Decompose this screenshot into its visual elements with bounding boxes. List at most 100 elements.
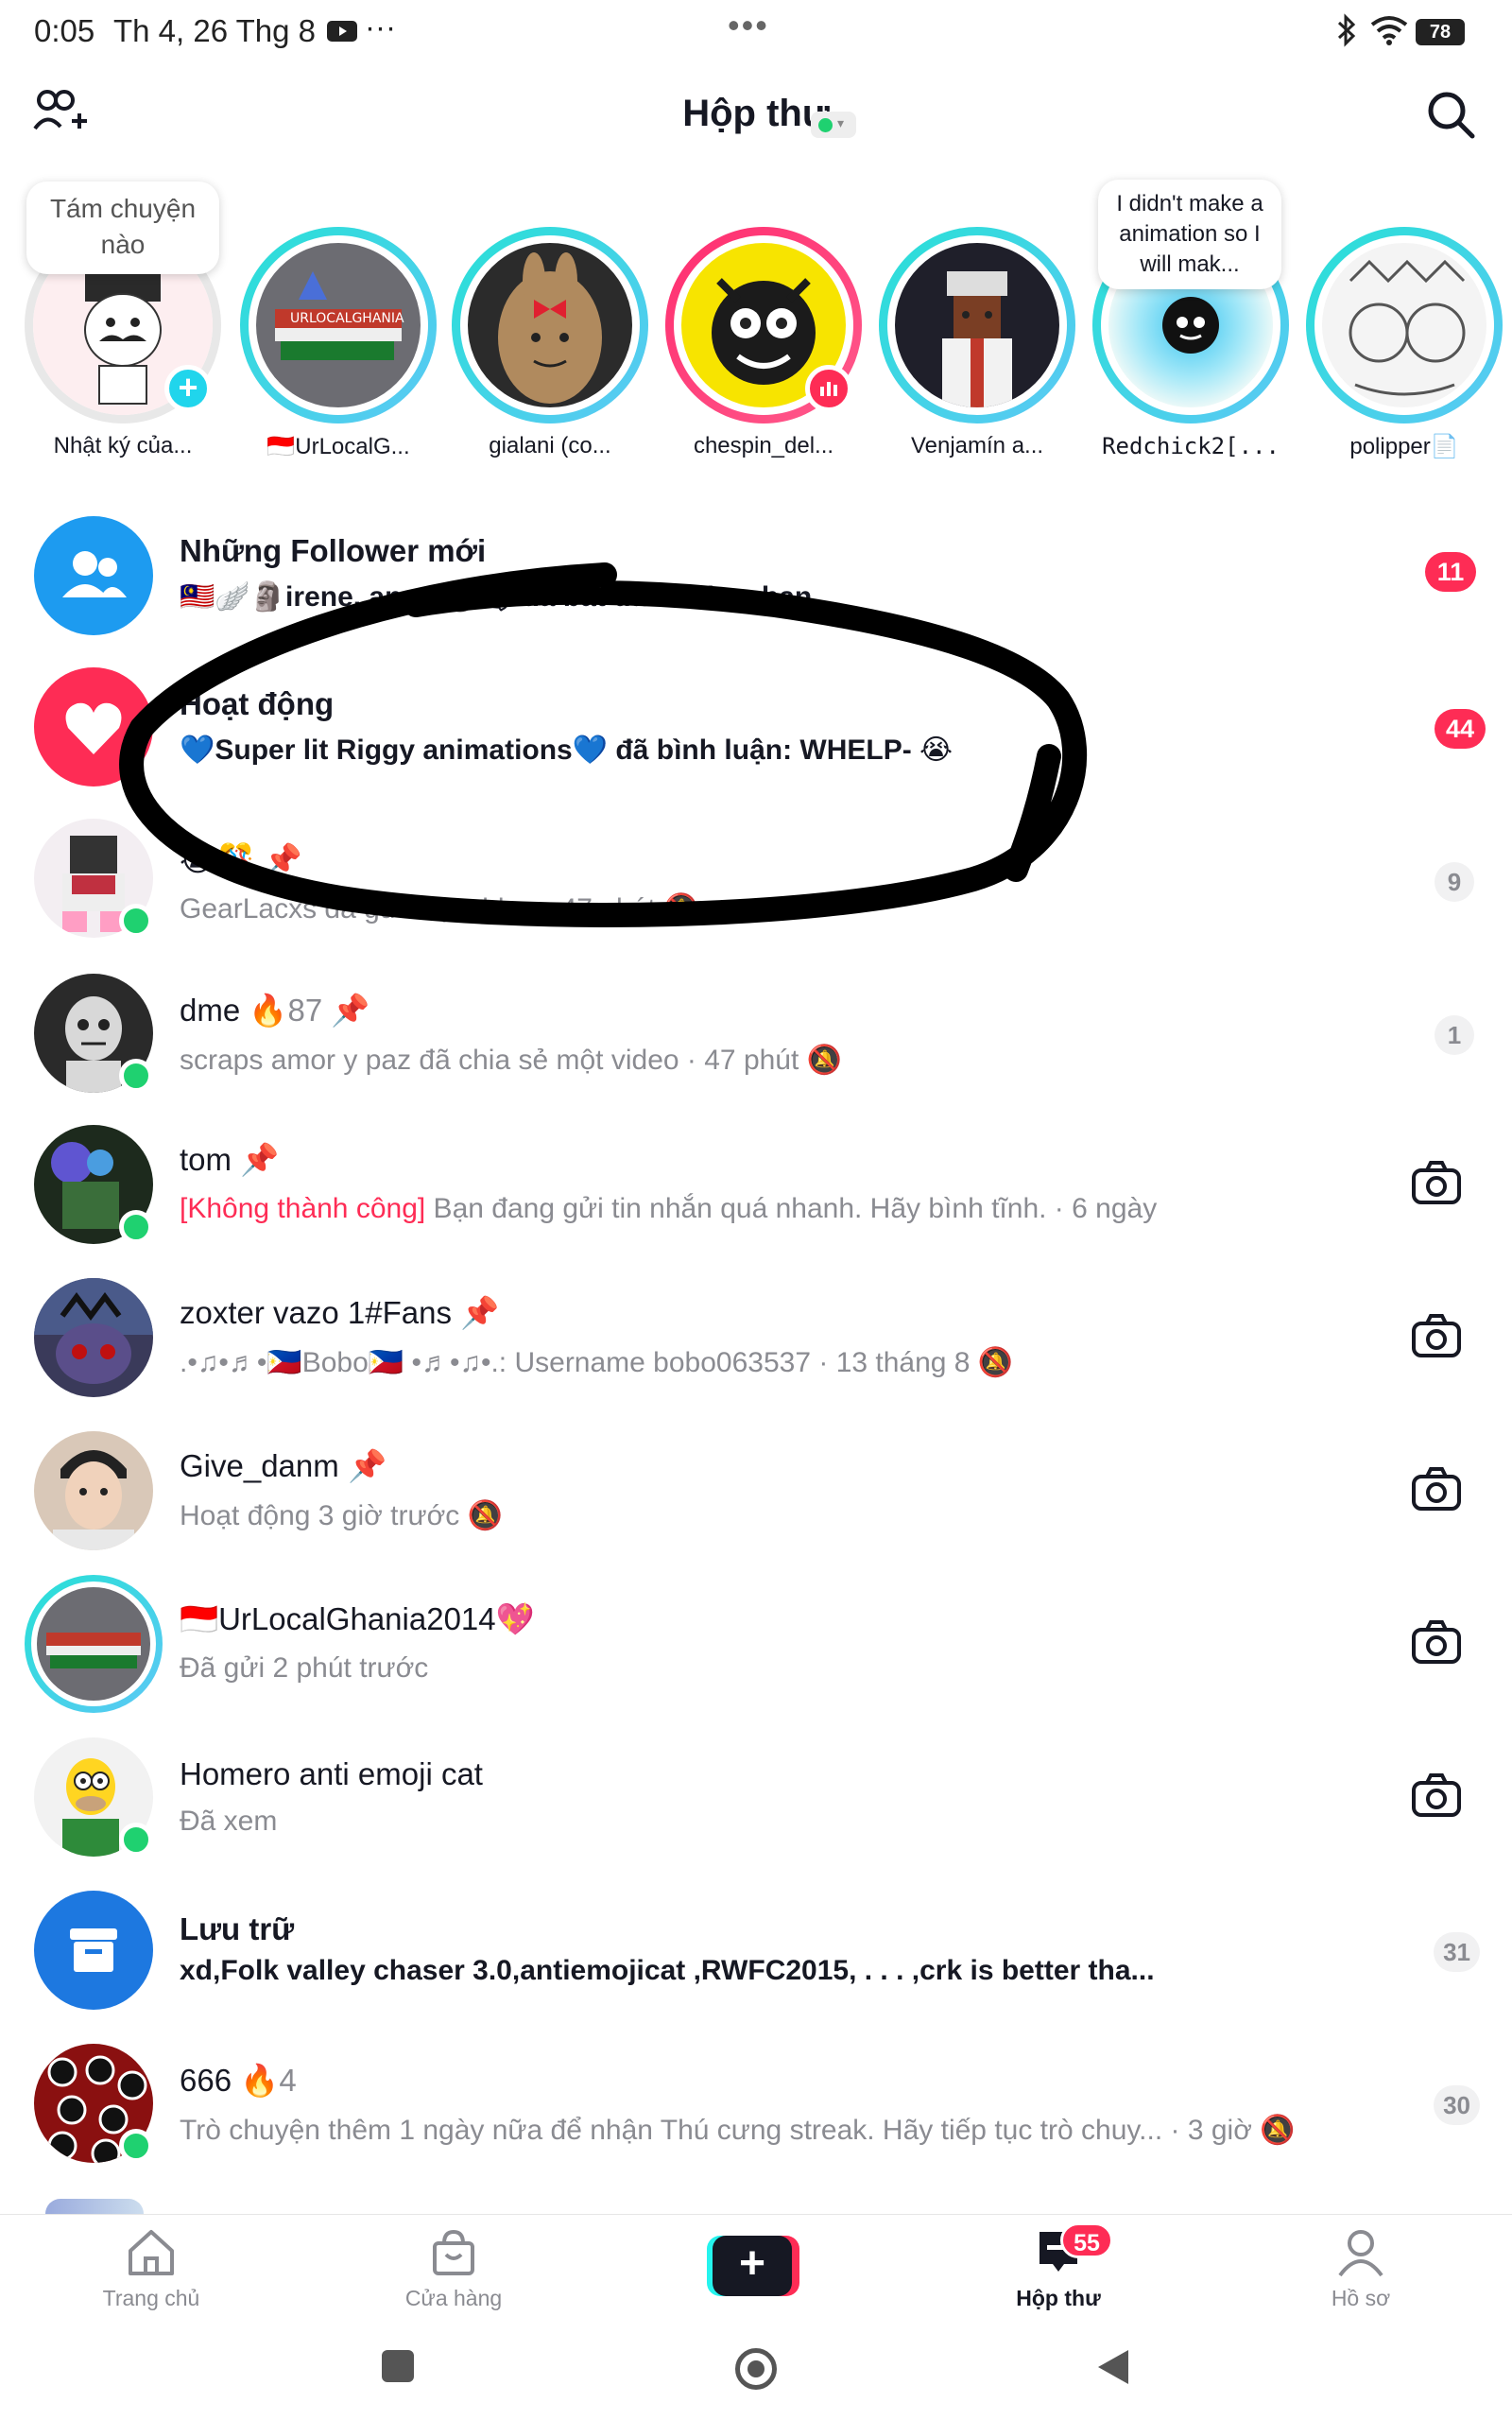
followers-icon: [34, 516, 153, 635]
list-item-chat[interactable]: 🇮🇩UrLocalGhania2014💖 Đã gửi 2 phút trước: [0, 1567, 1512, 1719]
window-handle[interactable]: •••: [728, 6, 769, 45]
recents-button[interactable]: [382, 2350, 414, 2382]
row-preview: Đã gửi 2 phút trước: [180, 1652, 429, 1684]
wifi-icon: [1370, 15, 1408, 50]
story-item[interactable]: Venjamín a...: [879, 227, 1075, 459]
story-ring: [25, 1575, 163, 1713]
avatar: [468, 243, 632, 407]
row-title: 😭🎊 📌: [180, 842, 302, 877]
home-button[interactable]: [735, 2348, 777, 2390]
pin-icon: 📌: [460, 1295, 500, 1330]
avatar: [1322, 243, 1486, 407]
story-label: 🇮🇩UrLocalG...: [266, 434, 410, 459]
list-item-chat[interactable]: Give_danm 📌 Hoạt động 3 giờ trước 🔕: [0, 1414, 1512, 1565]
nav-inbox[interactable]: 55 Hộp thư: [973, 2222, 1143, 2311]
bluetooth-icon: [1334, 13, 1359, 52]
row-preview: GearLacxs đã gửi một video · 47 phút 🔕: [180, 893, 699, 925]
row-title-text: 666: [180, 2063, 232, 2098]
row-preview: [Không thành công] Bạn đang gửi tin nhắn…: [180, 1193, 1157, 1225]
story-item[interactable]: polipper📄: [1306, 227, 1503, 460]
online-status-toggle[interactable]: ▾: [811, 112, 856, 138]
create-button[interactable]: +: [707, 2236, 799, 2296]
list-item-chat[interactable]: 666 🔥4 Trò chuyện thêm 1 ngày nữa để nhậ…: [0, 2027, 1512, 2178]
story-item[interactable]: gialani (co...: [452, 227, 648, 459]
list-item-activity[interactable]: Hoạt động 💙Super lit Riggy animations💙 đ…: [0, 650, 1512, 802]
online-indicator: [119, 904, 153, 938]
camera-icon[interactable]: [1410, 1157, 1463, 1210]
story-bubble-text: Tám chuyện nào: [49, 194, 197, 259]
nav-shop[interactable]: Cửa hàng: [369, 2228, 539, 2311]
list-item-chat[interactable]: Homero anti emoji cat Đã xem: [0, 1720, 1512, 1872]
search-icon[interactable]: [1425, 89, 1478, 147]
avatar: [37, 1587, 150, 1701]
bottom-navigation: Trang chủ Cửa hàng + 55 Hộp thư Hồ sơ: [0, 2214, 1512, 2318]
row-title: Give_danm 📌: [180, 1448, 387, 1485]
pin-icon: 📌: [240, 1142, 280, 1177]
page-title[interactable]: Hộp thư ▾: [0, 93, 1512, 138]
row-title: tom 📌: [180, 1142, 279, 1179]
row-title: Lưu trữ: [180, 1911, 295, 1946]
nav-profile[interactable]: Hồ sơ: [1276, 2228, 1446, 2311]
list-item-archive[interactable]: Lưu trữ xd,Folk valley chaser 3.0,antiem…: [0, 1874, 1512, 2025]
camera-icon[interactable]: [1410, 1616, 1463, 1669]
row-title: dme 🔥87 📌: [180, 993, 369, 1029]
send-failed-label: [Không thành công]: [180, 1193, 426, 1224]
list-item-chat[interactable]: dme 🔥87 📌 scraps amor y paz đã chia sẻ m…: [0, 957, 1512, 1108]
online-indicator: [119, 1059, 153, 1093]
list-item-chat[interactable]: 😭🎊 📌 GearLacxs đã gửi một video · 47 phú…: [0, 804, 1512, 955]
story-label: Redchick2[...: [1102, 433, 1280, 459]
battery-indicator: 78: [1416, 19, 1465, 45]
nav-shop-label: Cửa hàng: [404, 2286, 503, 2310]
row-title-text: Give_danm: [180, 1448, 339, 1483]
story-label: Nhật ký của...: [53, 433, 193, 458]
unread-badge: 1: [1435, 1015, 1474, 1055]
heart-icon: [34, 667, 153, 786]
row-preview: 🇲🇾🪽🗿irene. angel🎱🕊 đã bắt đầu follow bạn…: [180, 581, 820, 613]
row-preview: xd,Folk valley chaser 3.0,antiemojicat ,…: [180, 1955, 1155, 1986]
add-story-icon[interactable]: +: [164, 365, 212, 412]
story-bubble-note[interactable]: Tám chuyện nào: [26, 182, 219, 274]
nav-inbox-label: Hộp thư: [1016, 2286, 1101, 2310]
row-title-text: zoxter vazo 1#Fans: [180, 1295, 452, 1330]
list-item-new-followers[interactable]: Những Follower mới 🇲🇾🪽🗿irene. angel🎱🕊 đã…: [0, 499, 1512, 650]
shopping-bag-icon: [433, 2229, 474, 2275]
row-preview: .•♫•♬•🇵🇭Bobo🇵🇭 •♬•♫•.: Username bobo0635…: [180, 1347, 1014, 1378]
list-item-chat[interactable]: tom 📌 [Không thành công] Bạn đang gửi ti…: [0, 1108, 1512, 1259]
status-bar: 0:05 Th 4, 26 Thg 8 ··· ••• 78: [0, 0, 1512, 68]
row-preview: Hoạt động 3 giờ trước 🔕: [180, 1500, 503, 1531]
status-date: Th 4, 26 Thg 8: [113, 13, 317, 48]
youtube-icon: [327, 21, 357, 42]
story-bubble-note[interactable]: I didn't make a animation so I will mak.…: [1098, 180, 1281, 289]
nav-profile-label: Hồ sơ: [1331, 2286, 1391, 2310]
archive-icon: [34, 1891, 153, 2010]
story-label: gialani (co...: [489, 433, 611, 458]
streak-count: 4: [279, 2063, 297, 2098]
story-bubble-text: I didn't make a animation so I will mak.…: [1116, 191, 1263, 277]
unread-badge: 44: [1434, 709, 1486, 749]
back-button[interactable]: [1096, 2348, 1130, 2391]
plus-icon: +: [713, 2236, 792, 2296]
camera-icon[interactable]: [1410, 1310, 1463, 1363]
streak-flame-icon: 🔥: [249, 993, 288, 1028]
avatar: [895, 243, 1059, 407]
story-item[interactable]: chespin_del...: [665, 227, 862, 459]
story-label: polipper📄: [1349, 434, 1459, 459]
online-indicator: [119, 1210, 153, 1244]
inbox-badge: 55: [1060, 2222, 1113, 2258]
row-preview: Đã xem: [180, 1806, 278, 1837]
row-preview-text: Bạn đang gửi tin nhắn quá nhanh. Hãy bìn…: [425, 1193, 1158, 1224]
svg-text:URLOCALGHANIA: URLOCALGHANIA: [290, 311, 404, 326]
camera-icon[interactable]: [1410, 1463, 1463, 1516]
row-title: Những Follower mới: [180, 533, 487, 568]
row-title: Homero anti emoji cat: [180, 1756, 483, 1791]
unread-badge: 30: [1434, 2085, 1480, 2125]
list-item-chat[interactable]: zoxter vazo 1#Fans 📌 .•♫•♬•🇵🇭Bobo🇵🇭 •♬•♫…: [0, 1261, 1512, 1412]
camera-icon[interactable]: [1410, 1770, 1463, 1823]
live-icon: [805, 365, 852, 412]
pin-icon: 📌: [347, 1448, 387, 1483]
nav-home[interactable]: Trang chủ: [66, 2228, 236, 2311]
story-item[interactable]: URLOCALGHANIA 🇮🇩UrLocalG...: [240, 227, 437, 460]
home-icon: [129, 2230, 174, 2275]
chevron-down-icon: ▾: [837, 115, 845, 130]
row-title: Hoạt động: [180, 686, 335, 721]
